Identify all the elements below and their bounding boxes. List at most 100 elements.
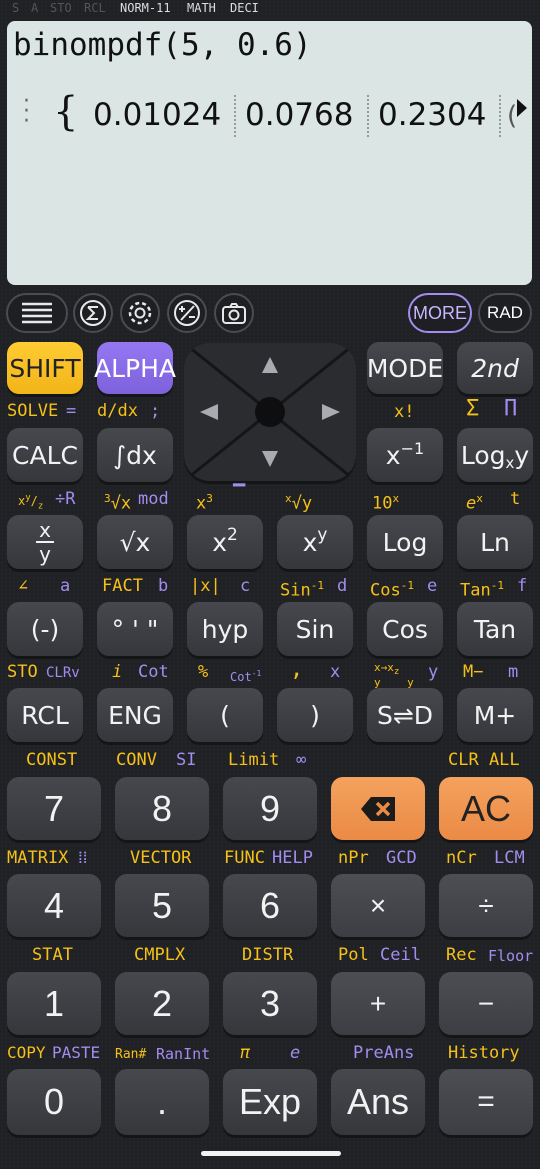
home-indicator[interactable]: [201, 1151, 341, 1156]
div-remainder-label: ÷R: [55, 489, 76, 509]
cell-separator: [367, 95, 369, 137]
tan-key[interactable]: Tan: [457, 602, 533, 656]
backspace-key[interactable]: [331, 777, 425, 840]
angle-mode-button[interactable]: RAD: [478, 293, 532, 333]
mode-key[interactable]: MODE: [367, 342, 443, 394]
mod-label: mod: [138, 489, 169, 509]
result-cell[interactable]: 0.0768: [245, 97, 353, 133]
equals-key[interactable]: =: [439, 1069, 533, 1135]
digit-4-key[interactable]: 4: [7, 874, 101, 937]
s-to-d-key[interactable]: S⇌D: [367, 688, 443, 742]
sqrt-key[interactable]: √x: [97, 515, 173, 569]
floor-label: Floor: [488, 947, 534, 965]
var-c-label: c: [240, 576, 251, 596]
npr-label: nPr: [338, 848, 369, 868]
negative-key[interactable]: (-): [7, 602, 83, 656]
expression-line: binompdf(5, 0.6): [13, 27, 312, 63]
display-screen[interactable]: binompdf(5, 0.6) · · · { 0.01024 0.0768 0.…: [7, 21, 532, 285]
arccos-label: Cos-1: [370, 579, 414, 601]
menu-button[interactable]: [6, 293, 68, 333]
result-cell[interactable]: 0.01024: [93, 97, 221, 133]
multiply-key[interactable]: ×: [331, 874, 425, 937]
camera-button[interactable]: [214, 293, 254, 333]
result-list[interactable]: · · · { 0.01024 0.0768 0.2304 (: [7, 87, 532, 147]
conv-label: CONV: [116, 750, 157, 770]
decimal-key[interactable]: .: [115, 1069, 209, 1135]
matrix-label: MATRIX: [7, 848, 69, 868]
status-mode: NORM-11: [120, 1, 171, 15]
menu-lines-icon: [22, 302, 52, 324]
hyp-key[interactable]: hyp: [187, 602, 263, 656]
ans-key[interactable]: Ans: [331, 1069, 425, 1135]
limit-label: Limit: [228, 750, 280, 770]
digit-8-key[interactable]: 8: [115, 777, 209, 840]
frac-mixed-label: xy/z: [18, 493, 44, 512]
plus-minus-button[interactable]: [167, 293, 207, 333]
alpha-key[interactable]: ALPHA: [94, 342, 176, 394]
var-f-label: f: [517, 576, 528, 596]
add-key[interactable]: +: [331, 972, 425, 1035]
divide-key[interactable]: ÷: [439, 874, 533, 937]
log-base-key[interactable]: Log x y: [457, 428, 533, 482]
cos-key[interactable]: Cos: [367, 602, 443, 656]
fact-label: FACT: [102, 576, 143, 596]
sin-key[interactable]: Sin: [277, 602, 353, 656]
digit-6-key[interactable]: 6: [223, 874, 317, 937]
digit-3-key[interactable]: 3: [223, 972, 317, 1035]
dms-key[interactable]: ° ' ": [97, 602, 173, 656]
rec-label: Rec: [446, 945, 477, 965]
integral-key[interactable]: ∫dx: [97, 428, 173, 482]
func-label: FUNC: [224, 848, 265, 868]
var-x-label: x: [330, 662, 341, 682]
stat-label: STAT: [32, 945, 73, 965]
shift-key[interactable]: SHIFT: [7, 342, 83, 394]
overline-label: ▔: [233, 483, 246, 507]
rcl-key[interactable]: RCL: [7, 688, 83, 742]
arccot-label: Cot-1: [230, 669, 262, 684]
inverse-key[interactable]: x −1: [367, 428, 443, 482]
digit-7-key[interactable]: 7: [7, 777, 101, 840]
power-key[interactable]: xy: [277, 515, 353, 569]
digit-2-key[interactable]: 2: [115, 972, 209, 1035]
digit-9-key[interactable]: 9: [223, 777, 317, 840]
open-brace: {: [53, 89, 79, 135]
sto-label: STO: [7, 662, 38, 682]
eng-key[interactable]: ENG: [97, 688, 173, 742]
dpad-arrows-icon: [184, 343, 356, 481]
second-key[interactable]: 2nd: [457, 342, 533, 394]
var-y-label: y: [428, 662, 439, 682]
settings-button[interactable]: [120, 293, 160, 333]
log-key[interactable]: Log: [367, 515, 443, 569]
digit-1-key[interactable]: 1: [7, 972, 101, 1035]
cot-label: Cot: [138, 662, 169, 682]
digit-0-key[interactable]: 0: [7, 1069, 101, 1135]
open-paren-key[interactable]: (: [187, 688, 263, 742]
paste-label: PASTE: [52, 1043, 101, 1062]
distr-label: DISTR: [242, 945, 294, 965]
ncr-label: nCr: [446, 848, 477, 868]
t-label: t: [510, 489, 521, 509]
list-menu-icon[interactable]: · · ·: [23, 91, 30, 133]
m-plus-key[interactable]: M+: [457, 688, 533, 742]
scroll-right-icon[interactable]: [517, 99, 527, 117]
exp-key[interactable]: Exp: [223, 1069, 317, 1135]
close-paren-key[interactable]: ): [277, 688, 353, 742]
cube-root-label: 3√x: [104, 492, 132, 514]
calc-key[interactable]: CALC: [7, 428, 83, 482]
gcd-label: GCD: [386, 848, 417, 868]
digit-5-key[interactable]: 5: [115, 874, 209, 937]
sum-button[interactable]: [73, 293, 113, 333]
ln-key[interactable]: Ln: [457, 515, 533, 569]
dpad[interactable]: [184, 343, 356, 481]
var-d-label: d: [337, 576, 348, 596]
result-cell[interactable]: 0.2304: [378, 97, 486, 133]
fraction-key[interactable]: xy: [7, 515, 83, 569]
status-deci: DECI: [230, 1, 259, 15]
subtract-key[interactable]: −: [439, 972, 533, 1035]
all-clear-key[interactable]: AC: [439, 777, 533, 840]
more-button[interactable]: MORE: [408, 293, 472, 333]
arctan-label: Tan-1: [460, 579, 504, 601]
ddx-label: d/dx: [97, 401, 138, 421]
gear-icon: [128, 301, 152, 325]
square-key[interactable]: x2: [187, 515, 263, 569]
